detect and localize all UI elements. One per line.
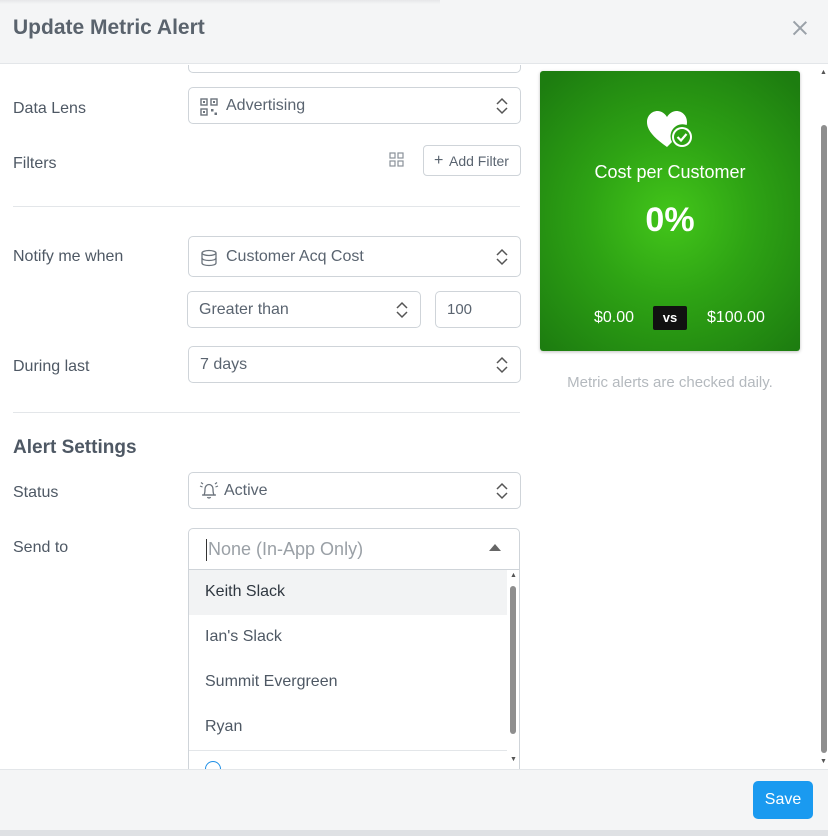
- save-button[interactable]: Save: [753, 781, 813, 819]
- sort-caret-icon: [496, 248, 508, 266]
- dropdown-option-ians-slack[interactable]: Ian's Slack: [189, 615, 507, 660]
- modal-header: Update Metric Alert: [0, 0, 828, 64]
- add-filter-button[interactable]: + Add Filter: [423, 145, 521, 176]
- card-title: Cost per Customer: [594, 162, 746, 182]
- plus-icon: +: [434, 152, 444, 169]
- metric-value: Customer Acq Cost: [226, 248, 364, 265]
- database-icon: [201, 249, 217, 267]
- scroll-down-arrow-icon[interactable]: ▼: [820, 758, 827, 765]
- dropdown-option-ryan[interactable]: Ryan: [189, 705, 507, 750]
- threshold-value: 100: [447, 301, 473, 318]
- divider: [13, 412, 520, 413]
- option-label: Ryan: [205, 718, 243, 735]
- data-lens-select[interactable]: Advertising: [188, 87, 521, 124]
- qr-grid-icon: [200, 98, 218, 116]
- modal-scroll-thumb[interactable]: [821, 125, 827, 753]
- card-value: 0%: [645, 201, 695, 239]
- dropdown-option-summit-evergreen[interactable]: Summit Evergreen: [189, 660, 507, 705]
- sort-caret-icon: [496, 356, 508, 374]
- dropdown-scroll-thumb[interactable]: [510, 586, 516, 734]
- sort-caret-icon: [396, 301, 408, 319]
- scroll-down-arrow-icon[interactable]: ▼: [510, 756, 517, 763]
- sort-caret-icon: [496, 482, 508, 500]
- status-label: Status: [13, 484, 59, 501]
- card-threshold-value: $100.00: [707, 309, 765, 326]
- caret-up-icon[interactable]: [489, 544, 501, 551]
- threshold-input[interactable]: 100: [435, 291, 521, 328]
- card-note: Metric alerts are checked daily.: [567, 374, 773, 391]
- update-metric-alert-modal: Update Metric Alert Data Lens Advertisin…: [0, 0, 828, 836]
- alert-settings-title: Alert Settings: [13, 437, 137, 458]
- sort-caret-icon: [496, 97, 508, 115]
- modal-footer: Save: [0, 769, 828, 836]
- plus-circle-icon: [205, 761, 221, 769]
- during-last-label: During last: [13, 358, 90, 375]
- option-label: Summit Evergreen: [205, 673, 338, 690]
- option-label: Ian's Slack: [205, 628, 282, 645]
- send-to-dropdown: Keith Slack Ian's Slack Summit Evergreen…: [188, 570, 520, 769]
- heart-check-icon: [647, 111, 692, 147]
- option-label: Keith Slack: [205, 583, 286, 600]
- send-to-label: Send to: [13, 539, 69, 556]
- data-lens-value: Advertising: [226, 97, 306, 114]
- filters-label: Filters: [13, 155, 57, 172]
- header-shadow: [0, 0, 440, 4]
- text-cursor: [206, 539, 207, 561]
- during-last-value: 7 days: [200, 356, 248, 373]
- notify-label: Notify me when: [13, 248, 124, 265]
- send-to-select[interactable]: None (In-App Only): [188, 528, 520, 570]
- dropdown-divider: [189, 750, 507, 751]
- operator-select[interactable]: Greater than: [187, 291, 421, 328]
- top-partial-field[interactable]: [188, 65, 521, 73]
- send-to-placeholder: None (In-App Only): [208, 539, 364, 559]
- divider: [13, 206, 520, 207]
- modal-title: Update Metric Alert: [13, 16, 205, 39]
- add-notification-option-partial[interactable]: [205, 761, 227, 769]
- footer-edge: [0, 830, 828, 836]
- data-lens-label: Data Lens: [13, 100, 86, 117]
- modal-body: Data Lens Advertising Filters + Add Filt…: [0, 65, 828, 769]
- during-last-select[interactable]: 7 days: [188, 346, 521, 383]
- metric-preview-card: Cost per Customer 0% $0.00 vs $100.00: [540, 71, 800, 351]
- bell-icon: [199, 482, 219, 499]
- add-filter-label: Add Filter: [449, 153, 509, 169]
- metric-select[interactable]: Customer Acq Cost: [188, 236, 521, 277]
- status-value: Active: [224, 482, 268, 499]
- scroll-up-arrow-icon[interactable]: ▲: [510, 572, 517, 579]
- dropdown-option-keith-slack[interactable]: Keith Slack: [189, 570, 507, 615]
- status-select[interactable]: Active: [188, 472, 521, 509]
- operator-value: Greater than: [199, 301, 289, 318]
- modal-scrollbar[interactable]: ▲ ▼: [819, 65, 828, 769]
- grid-icon[interactable]: [389, 152, 404, 167]
- scroll-up-arrow-icon[interactable]: ▲: [820, 69, 827, 76]
- dropdown-scrollbar[interactable]: ▲ ▼: [507, 570, 519, 769]
- vs-badge: vs: [653, 306, 687, 330]
- close-icon[interactable]: [790, 18, 810, 38]
- card-current-value: $0.00: [594, 309, 635, 326]
